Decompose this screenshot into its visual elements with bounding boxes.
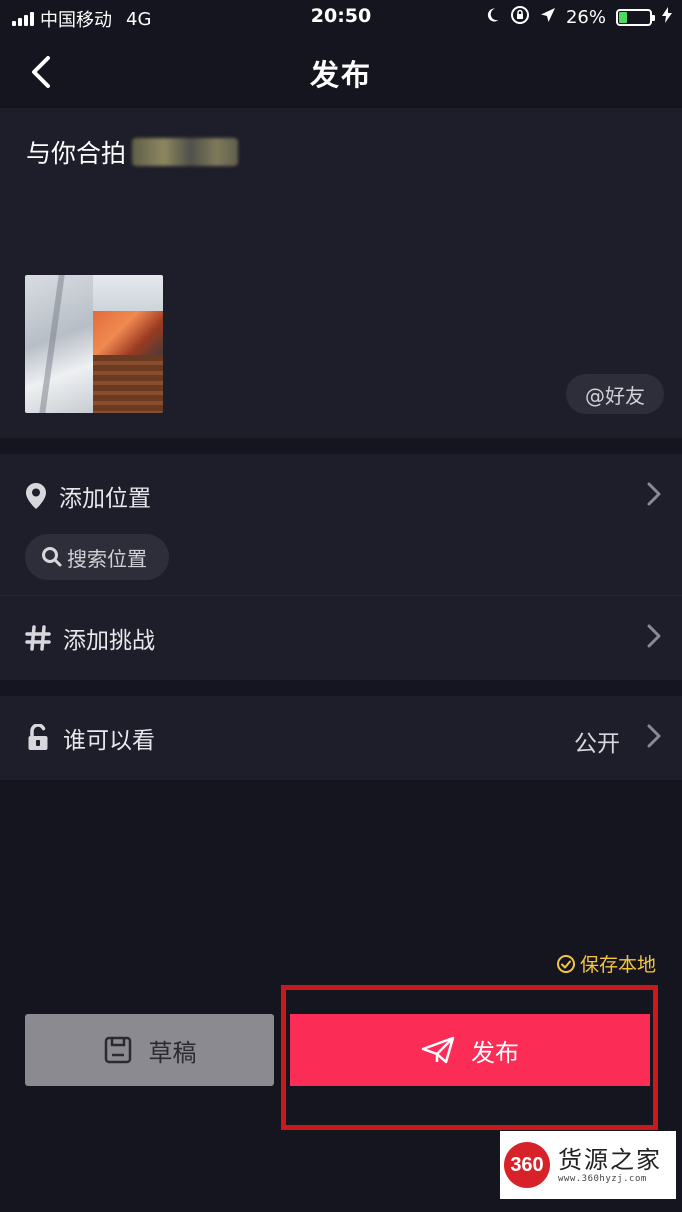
add-challenge-row[interactable]: 添加挑战	[0, 616, 682, 660]
visibility-card: 谁可以看 公开	[0, 696, 682, 780]
watermark-logo: 360	[504, 1142, 550, 1188]
draft-button[interactable]: 草稿	[25, 1014, 274, 1086]
chevron-right-icon	[646, 481, 662, 511]
unlock-icon	[27, 724, 49, 752]
description-card: 与你合拍 @好友	[0, 108, 682, 438]
add-challenge-label: 添加挑战	[63, 628, 155, 654]
charging-icon	[662, 7, 672, 28]
watermark: 360 货源之家 www.360hyzj.com	[500, 1131, 676, 1199]
location-card: 添加位置 搜索位置 添加挑战	[0, 454, 682, 680]
moon-icon	[484, 7, 500, 28]
visibility-label: 谁可以看	[63, 728, 155, 754]
check-circle-icon	[556, 954, 576, 974]
add-location-row[interactable]: 添加位置	[0, 474, 682, 518]
rotation-lock-icon	[510, 5, 530, 30]
status-right: 26%	[484, 5, 672, 30]
description-input[interactable]: 与你合拍	[26, 134, 239, 170]
search-location-label: 搜索位置	[67, 546, 147, 571]
nav-bar: 发布	[0, 34, 682, 108]
search-icon	[41, 546, 63, 568]
friend-button-label: @好友	[585, 383, 645, 408]
video-thumbnail[interactable]	[25, 275, 163, 413]
blurred-mention	[132, 138, 239, 166]
add-location-label: 添加位置	[59, 486, 151, 512]
battery-icon	[616, 9, 655, 26]
watermark-text: 货源之家 www.360hyzj.com	[558, 1146, 662, 1184]
draft-label: 草稿	[148, 1038, 197, 1067]
search-location-button[interactable]: 搜索位置	[25, 534, 169, 580]
battery-percent: 26%	[565, 7, 606, 28]
watermark-title: 货源之家	[558, 1146, 662, 1174]
hashtag-icon	[25, 625, 51, 651]
location-pin-icon	[25, 482, 47, 510]
highlight-annotation	[281, 985, 658, 1130]
divider	[0, 595, 682, 596]
chevron-right-icon	[646, 723, 662, 753]
description-text: 与你合拍	[26, 139, 127, 168]
draft-icon	[103, 1035, 133, 1065]
status-bar: 中国移动 4G 20:50 26%	[0, 0, 682, 34]
visibility-value: 公开	[574, 731, 620, 757]
battery-fill	[619, 12, 627, 23]
page-title: 发布	[309, 58, 372, 92]
save-local-toggle[interactable]: 保存本地	[556, 950, 656, 977]
location-arrow-icon	[540, 7, 556, 28]
mention-friend-button[interactable]: @好友	[566, 374, 664, 414]
watermark-url: www.360hyzj.com	[558, 1174, 647, 1184]
save-local-label: 保存本地	[579, 954, 656, 976]
chevron-right-icon	[646, 623, 662, 653]
